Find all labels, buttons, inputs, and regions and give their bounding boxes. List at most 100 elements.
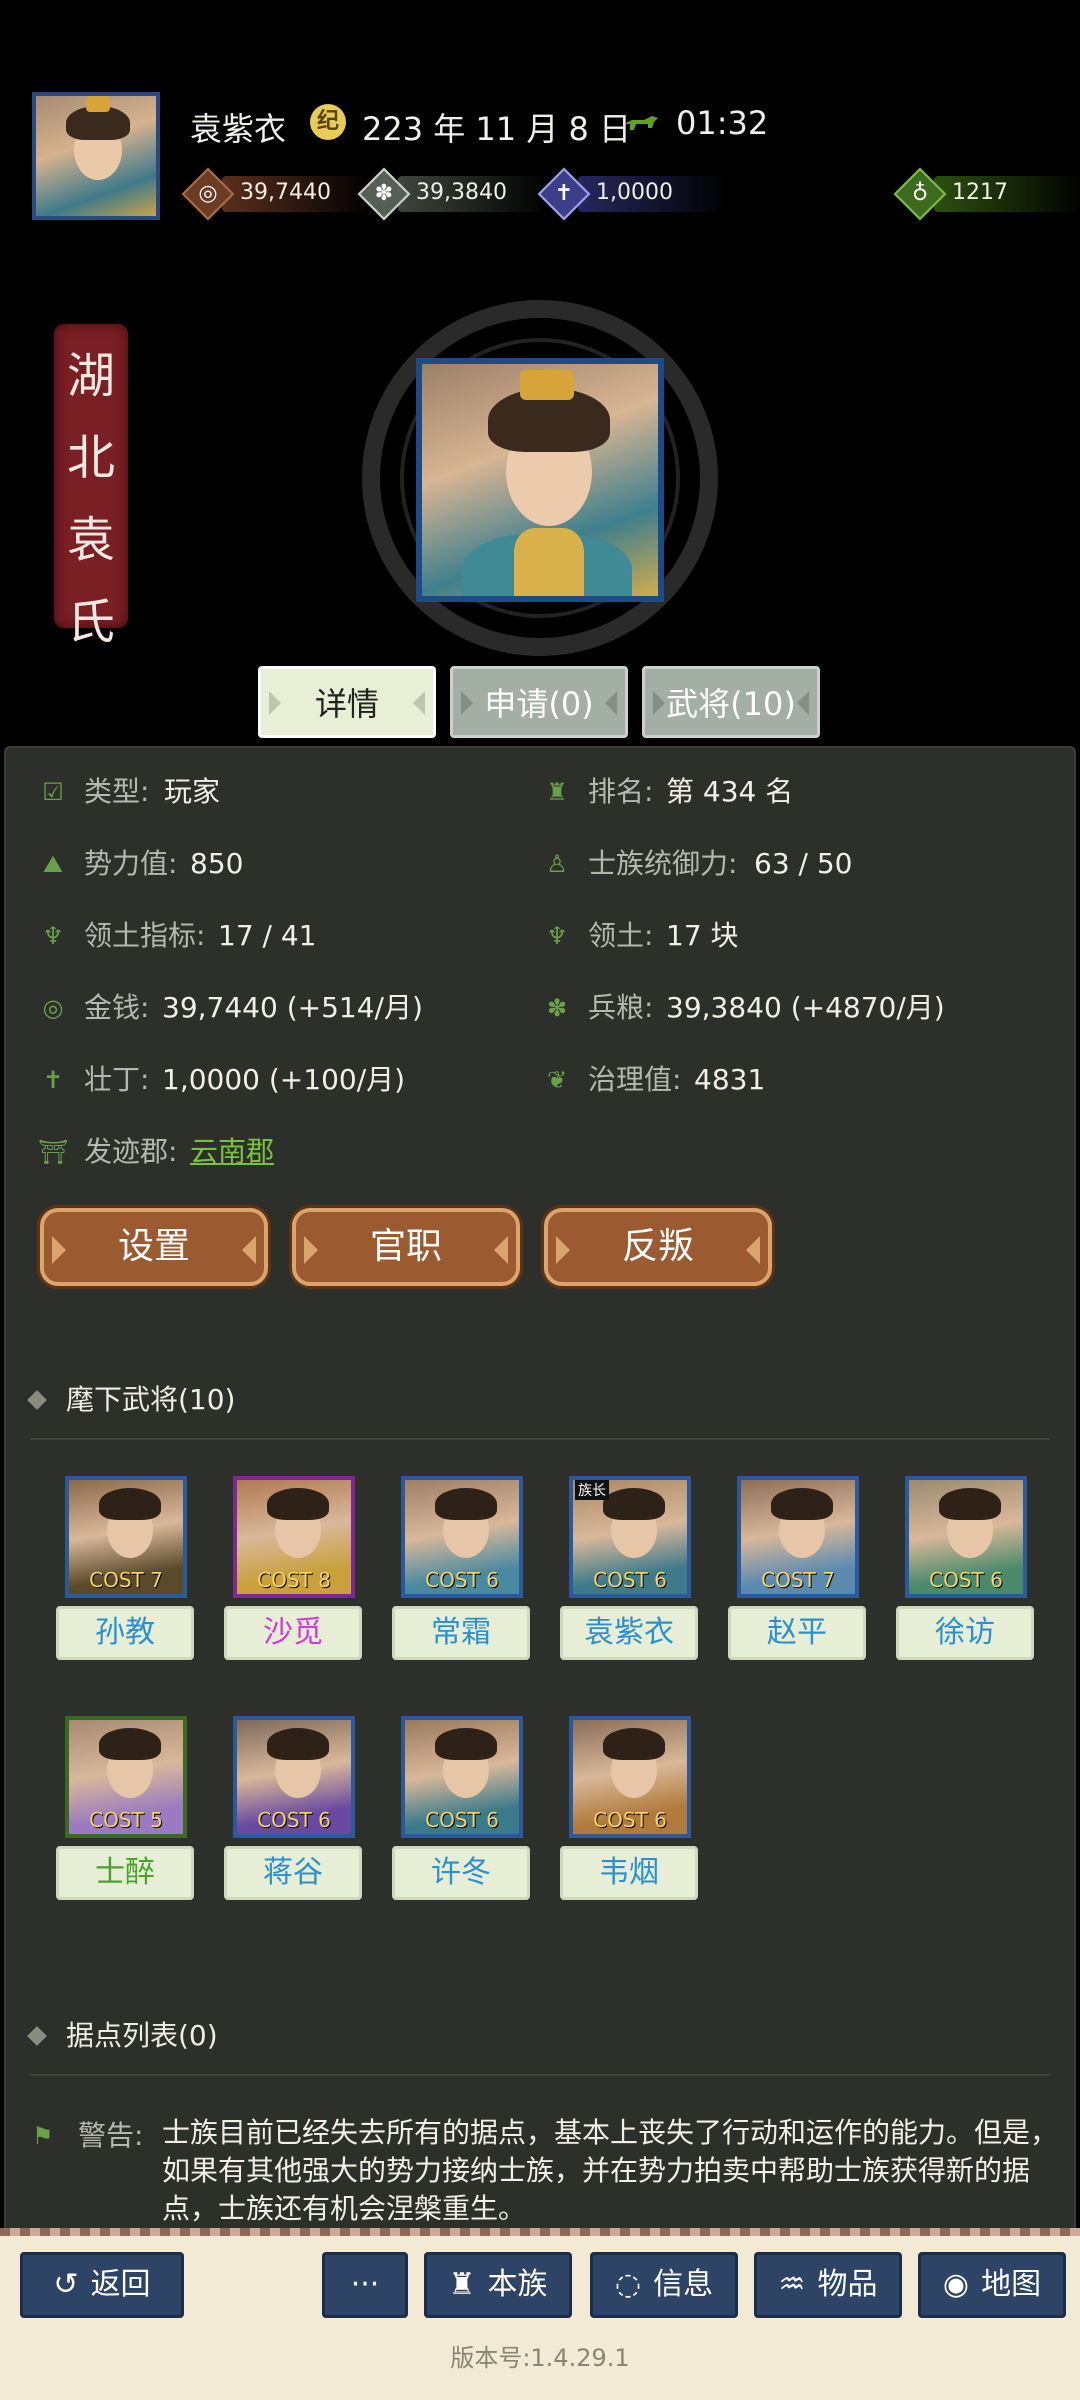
power-row: ⛰ 势力值: 850 [38, 840, 518, 888]
general-hair [99, 1728, 161, 1760]
general-name[interactable]: 徐访 [896, 1606, 1034, 1660]
rank-icon: ♜ [546, 778, 568, 806]
territory-row: ♆ 领土: 17 块 [542, 912, 1042, 960]
checkbox-icon: ☑ [42, 778, 64, 806]
governance-value: 4831 [694, 1063, 766, 1096]
general-portrait[interactable]: COST 6 [233, 1716, 355, 1838]
player-name: 袁紫衣 [190, 110, 287, 148]
rebel-button[interactable]: 反叛 [544, 1208, 772, 1286]
gate-icon: ⛩ [38, 1138, 69, 1166]
general-portrait[interactable]: COST 6 [569, 1716, 691, 1838]
territory-icon: ♆ [42, 922, 64, 950]
general-card[interactable]: COST 6 韦烟 [560, 1716, 698, 1902]
origin-row: ⛩ 发迹郡: 云南郡 [38, 1128, 518, 1176]
general-cost: COST 7 [761, 1568, 835, 1592]
general-name[interactable]: 许冬 [392, 1846, 530, 1900]
money-bag-icon: ♁ [911, 181, 929, 206]
bottom-nav-bar: ↺ 返回 ··· ♜ 本族 ◌ 信息 ♒ 物品 ◉ 地图 版本号:1.4.29.1 [0, 2236, 1080, 2400]
general-name[interactable]: 常霜 [392, 1606, 530, 1660]
general-hair [267, 1728, 329, 1760]
diamond-bullet-icon [27, 1390, 47, 1410]
general-card[interactable]: COST 6 许冬 [392, 1716, 530, 1902]
general-name[interactable]: 沙觅 [224, 1606, 362, 1660]
tab-applications[interactable]: 申请(0) [450, 666, 628, 738]
office-button[interactable]: 官职 [292, 1208, 520, 1286]
general-name[interactable]: 袁紫衣 [560, 1606, 698, 1660]
rank-value: 第 434 名 [666, 775, 794, 808]
general-portrait[interactable]: COST 5 [65, 1716, 187, 1838]
power-value: 850 [190, 847, 244, 880]
grain-label: 兵粮: [588, 991, 654, 1024]
general-card[interactable]: COST 8 沙觅 [224, 1476, 362, 1662]
general-hair [99, 1488, 161, 1520]
general-cost: COST 8 [257, 1568, 331, 1592]
clan-label: 本族 [487, 2267, 548, 2302]
general-portrait[interactable]: COST 6 [401, 1476, 523, 1598]
command-row: ♙ 士族统御力: 63 / 50 [542, 840, 1042, 888]
general-portrait[interactable]: COST 6 [905, 1476, 1027, 1598]
general-cost: COST 6 [425, 1808, 499, 1832]
section-divider [30, 2074, 1050, 2076]
clan-leader-portrait[interactable] [416, 358, 664, 602]
items-button[interactable]: ♒ 物品 [754, 2252, 902, 2318]
general-hair [435, 1728, 497, 1760]
clan-detail-panel: ☑ 类型: 玩家 ♜ 排名: 第 434 名 ⛰ 势力值: 850 ♙ 士族统御… [4, 746, 1076, 2236]
calendar-icon: 纪 [310, 104, 346, 140]
general-card[interactable]: COST 7 赵平 [728, 1476, 866, 1662]
general-card[interactable]: COST 7 孙教 [56, 1476, 194, 1662]
map-label: 地图 [981, 2267, 1042, 2302]
settings-button[interactable]: 设置 [40, 1208, 268, 1286]
general-portrait[interactable]: 族长 COST 6 [569, 1476, 691, 1598]
general-card[interactable]: COST 5 士醉 [56, 1716, 194, 1902]
warning-text: 士族目前已经失去所有的据点，基本上丧失了行动和运作的能力。但是，如果有其他强大的… [162, 2116, 1059, 2225]
general-name[interactable]: 士醉 [56, 1846, 194, 1900]
globe-icon: ◉ [942, 2267, 970, 2302]
soldier-icon: ✝ [42, 1066, 64, 1094]
tab-generals[interactable]: 武将(10) [642, 666, 820, 738]
clan-char-3: 袁 [66, 512, 115, 568]
map-button[interactable]: ◉ 地图 [918, 2252, 1066, 2318]
items-label: 物品 [817, 2267, 878, 2302]
general-hair [435, 1488, 497, 1520]
origin-link[interactable]: 云南郡 [190, 1128, 274, 1176]
general-card[interactable]: COST 6 常霜 [392, 1476, 530, 1662]
general-hair [603, 1488, 665, 1520]
generals-section-label: 麾下武将(10) [66, 1383, 236, 1416]
type-row: ☑ 类型: 玩家 [38, 768, 518, 816]
mountain-icon: ⛰ [42, 850, 64, 878]
horse-icon [624, 116, 658, 130]
general-card[interactable]: COST 6 蒋谷 [224, 1716, 362, 1902]
manpower-value: 1,0000 [596, 180, 673, 205]
general-name[interactable]: 赵平 [728, 1606, 866, 1660]
tab-detail[interactable]: 详情 [258, 666, 436, 738]
general-card[interactable]: 族长 COST 6 袁紫衣 [560, 1476, 698, 1662]
general-portrait[interactable]: COST 6 [401, 1716, 523, 1838]
game-time: 01:32 [676, 104, 769, 142]
general-portrait[interactable]: COST 7 [65, 1476, 187, 1598]
chat-bubble-icon: ◌ [614, 2267, 642, 2302]
money-row: ◎ 金钱: 39,7440 (+514/月) [38, 984, 538, 1032]
clan-icon: ♜ [448, 2267, 476, 2302]
type-value: 玩家 [164, 775, 221, 808]
general-cost: COST 6 [593, 1568, 667, 1592]
general-cost: COST 6 [593, 1808, 667, 1832]
soldier-icon: ✝ [554, 181, 574, 206]
command-label: 士族统御力: [588, 847, 738, 880]
general-name[interactable]: 韦烟 [560, 1846, 698, 1900]
stronghold-section-title: 据点列表(0) [27, 2014, 218, 2054]
game-date: 223 年 11 月 8 日 [362, 110, 632, 148]
general-name[interactable]: 孙教 [56, 1606, 194, 1660]
back-button[interactable]: ↺ 返回 [20, 2252, 184, 2318]
more-button[interactable]: ··· [322, 2252, 408, 2318]
bag-value: 1217 [952, 180, 1008, 205]
generals-section-title: 麾下武将(10) [27, 1378, 236, 1418]
general-name[interactable]: 蒋谷 [224, 1846, 362, 1900]
clan-button[interactable]: ♜ 本族 [424, 2252, 572, 2318]
manpower-label: 壮丁: [84, 1063, 150, 1096]
general-portrait[interactable]: COST 7 [737, 1476, 859, 1598]
info-button[interactable]: ◌ 信息 [590, 2252, 738, 2318]
player-avatar[interactable] [32, 92, 160, 220]
section-divider [30, 1438, 1050, 1440]
general-portrait[interactable]: COST 8 [233, 1476, 355, 1598]
general-card[interactable]: COST 6 徐访 [896, 1476, 1034, 1662]
